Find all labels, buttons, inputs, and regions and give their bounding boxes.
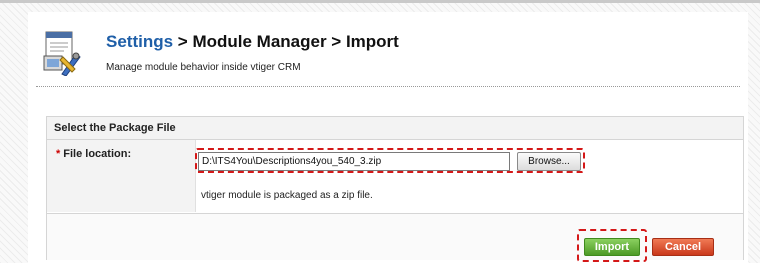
panel-title: Select the Package File <box>54 122 176 134</box>
breadcrumb-separator: > <box>326 32 346 51</box>
breadcrumb-current: Import <box>345 32 399 51</box>
action-bar: Import Cancel <box>47 213 743 262</box>
cancel-button[interactable]: Cancel <box>652 238 714 256</box>
breadcrumb-separator: > <box>173 32 193 51</box>
main-content: Settings > Module Manager > Import Manag… <box>28 12 748 263</box>
top-border <box>0 0 760 3</box>
dotted-divider <box>36 86 740 87</box>
form-label-cell: * File location: <box>47 140 196 212</box>
page-title: Settings > Module Manager > Import <box>106 32 399 52</box>
breadcrumb-settings-link[interactable]: Settings <box>106 32 173 51</box>
settings-tools-icon <box>42 30 82 77</box>
import-button[interactable]: Import <box>584 238 640 256</box>
file-location-input[interactable]: D:\ITS4You\Descriptions4you_540_3.zip <box>198 152 510 171</box>
file-location-label: * File location: <box>56 148 131 160</box>
file-hint-text: vtiger module is packaged as a zip file. <box>201 190 373 201</box>
panel-header: Select the Package File <box>47 117 743 140</box>
package-file-panel: Select the Package File * File location: … <box>46 116 744 262</box>
browse-button[interactable]: Browse... <box>517 152 581 171</box>
page-subtitle: Manage module behavior inside vtiger CRM <box>106 62 301 73</box>
required-marker: * <box>56 148 61 160</box>
file-location-label-text: File location: <box>63 148 132 160</box>
breadcrumb-module-manager: Module Manager <box>192 32 327 51</box>
